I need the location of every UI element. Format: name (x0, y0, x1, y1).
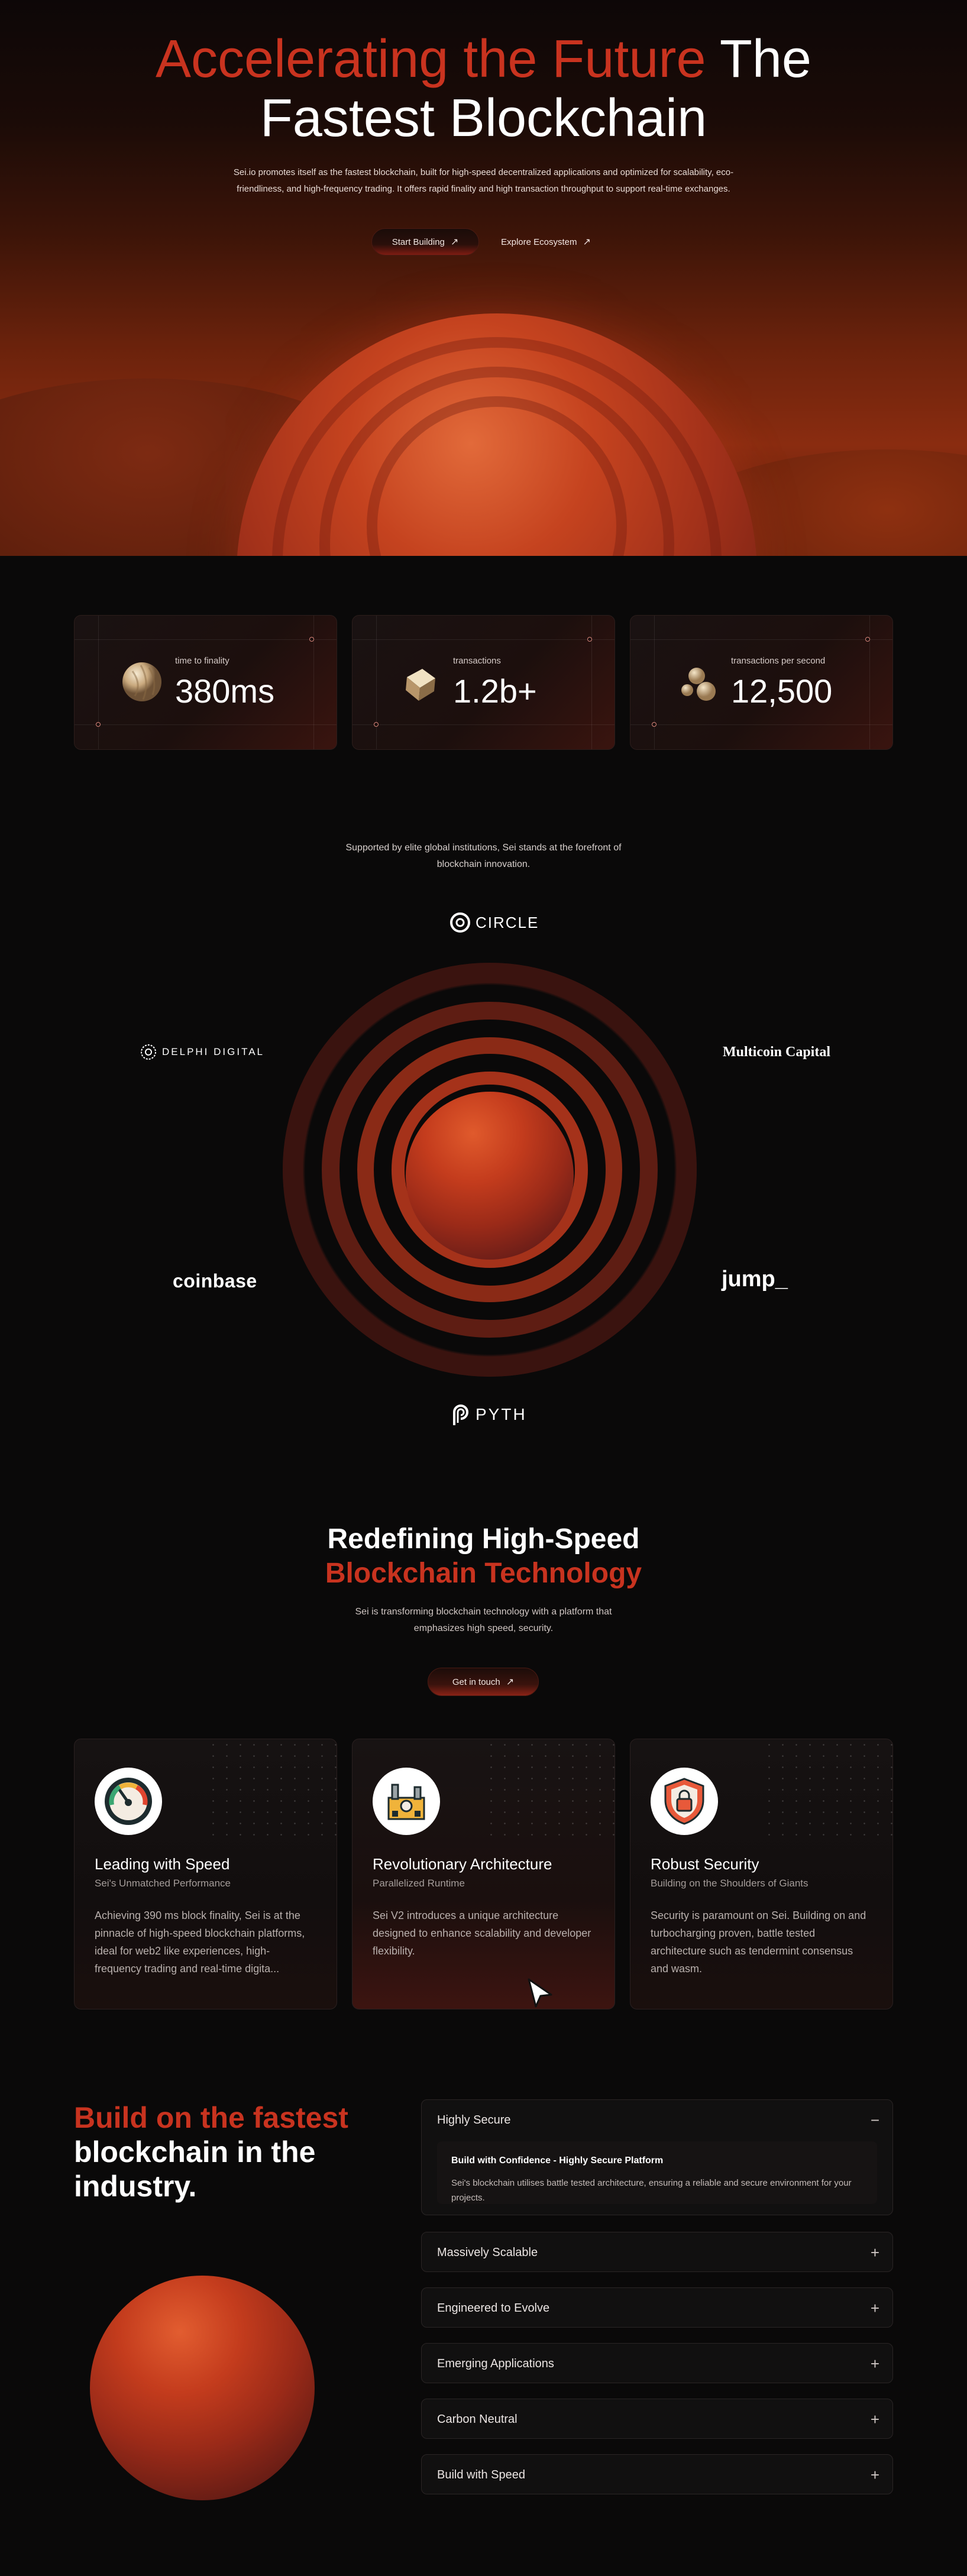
hero-title-accent: Accelerating the Future (156, 30, 706, 89)
speedometer-icon (95, 1768, 162, 1835)
hero-title-line2: Fastest Blockchain (260, 89, 707, 148)
circle-logo[interactable]: CIRCLE (449, 912, 539, 933)
accordion-title: Engineered to Evolve (437, 2301, 550, 2315)
accordion-title: Carbon Neutral (437, 2412, 518, 2426)
accordion-title: Massively Scalable (437, 2245, 538, 2259)
stat-card-finality: time to finality 380ms (74, 615, 337, 750)
hero-title: Accelerating the Future The Fastest Bloc… (0, 30, 967, 148)
stat-value: 12,500 (731, 672, 833, 710)
get-in-touch-label: Get in touch (452, 1677, 500, 1687)
accordion-title: Build with Speed (437, 2468, 525, 2481)
stat-label: transactions per second (731, 656, 826, 666)
minus-icon[interactable]: − (871, 2100, 879, 2140)
feature-body: Sei V2 introduces a unique architecture … (373, 1910, 591, 1957)
factory-icon (373, 1768, 440, 1835)
feature-card-security[interactable]: Robust Security Building on the Shoulder… (630, 1739, 893, 2009)
feature-title: Robust Security (651, 1855, 759, 1873)
stars-decoration (762, 1739, 892, 1840)
hero-section: Accelerating the Future The Fastest Bloc… (0, 0, 967, 556)
stat-value: 1.2b+ (453, 672, 537, 710)
build-title-rest: blockchain in the industry. (74, 2135, 316, 2203)
redefining-title-line2: Blockchain Technology (325, 1558, 642, 1589)
redefining-title: Redefining High-Speed Blockchain Technol… (0, 1522, 967, 1591)
plus-icon[interactable]: + (871, 2288, 879, 2328)
cube-icon (406, 669, 435, 701)
accordion-item-emerging-applications[interactable]: Emerging Applications + (421, 2343, 893, 2383)
start-building-button[interactable]: Start Building ↗ (371, 228, 479, 255)
hero-description: Sei.io promotes itself as the fastest bl… (233, 167, 734, 194)
coinbase-logo-text: coinbase (173, 1270, 257, 1292)
delphi-logo-icon (141, 1044, 156, 1060)
accordion-item-highly-secure[interactable]: Highly Secure − Build with Confidence - … (421, 2099, 893, 2215)
redefining-title-line1: Redefining High-Speed (327, 1523, 640, 1555)
explore-ecosystem-button[interactable]: Explore Ecosystem ↗ (492, 228, 600, 255)
get-in-touch-button[interactable]: Get in touch ↗ (428, 1668, 539, 1696)
feature-body: Achieving 390 ms block finality, Sei is … (95, 1910, 305, 1975)
circle-logo-icon (450, 912, 470, 933)
arrow-up-right-icon: ↗ (506, 1677, 515, 1687)
feature-title: Leading with Speed (95, 1855, 230, 1873)
multicoin-logo-text: Multicoin Capital (723, 1044, 831, 1060)
support-text: Supported by elite global institutions, … (345, 843, 622, 869)
sphere-icon (122, 662, 161, 701)
stat-card-tps: transactions per second 12,500 (630, 615, 893, 750)
accordion-subtitle: Build with Confidence - Highly Secure Pl… (451, 2156, 664, 2166)
arrow-up-right-icon: ↗ (450, 237, 459, 247)
shield-lock-icon (651, 1768, 718, 1835)
plus-icon[interactable]: + (871, 2344, 879, 2384)
stars-decoration (206, 1739, 337, 1840)
feature-card-architecture[interactable]: Revolutionary Architecture Parallelized … (352, 1739, 615, 2009)
stat-label: time to finality (175, 656, 229, 666)
circle-logo-text: CIRCLE (476, 913, 539, 931)
build-title: Build on the fastest blockchain in the i… (74, 2101, 381, 2203)
stat-value: 380ms (175, 672, 275, 710)
pyth-logo[interactable]: PYTH (451, 1403, 527, 1426)
explore-ecosystem-label: Explore Ecosystem (501, 237, 577, 247)
multicoin-logo[interactable]: Multicoin Capital (723, 1044, 830, 1060)
feature-title: Revolutionary Architecture (373, 1855, 552, 1873)
accordion-title: Highly Secure (437, 2113, 511, 2127)
plus-icon[interactable]: + (871, 2399, 879, 2439)
feature-card-speed[interactable]: Leading with Speed Sei's Unmatched Perfo… (74, 1739, 337, 2009)
rings-graphic (283, 963, 697, 1377)
stars-decoration (484, 1739, 615, 1840)
feature-subtitle: Sei's Unmatched Performance (95, 1878, 231, 1889)
accordion-item-engineered-to-evolve[interactable]: Engineered to Evolve + (421, 2287, 893, 2328)
build-orb-image (90, 2276, 315, 2500)
feature-body: Security is paramount on Sei. Building o… (651, 1910, 866, 1975)
accordion-item-build-with-speed[interactable]: Build with Speed + (421, 2454, 893, 2494)
feature-subtitle: Building on the Shoulders of Giants (651, 1878, 808, 1889)
accordion-title: Emerging Applications (437, 2357, 554, 2370)
hero-title-rest: The (719, 30, 811, 89)
pyth-logo-text: PYTH (476, 1405, 527, 1423)
build-title-accent: Build on the fastest (74, 2101, 348, 2134)
plus-icon[interactable]: + (871, 2455, 879, 2495)
accordion-item-carbon-neutral[interactable]: Carbon Neutral + (421, 2399, 893, 2439)
feature-subtitle: Parallelized Runtime (373, 1878, 465, 1889)
plus-icon[interactable]: + (871, 2232, 879, 2273)
hero-planet-image (237, 313, 757, 556)
stat-label: transactions (453, 656, 501, 666)
pyth-logo-icon (453, 1404, 468, 1425)
cursor-icon (528, 1978, 552, 2008)
accordion-text: Sei's blockchain utilises battle tested … (451, 2178, 852, 2203)
start-building-label: Start Building (392, 237, 445, 247)
arrow-up-right-icon: ↗ (583, 237, 591, 247)
jump-logo-text: jump_ (722, 1267, 788, 1292)
coinbase-logo[interactable]: coinbase (173, 1270, 257, 1292)
delphi-logo-text: DELPHI DIGITAL (162, 1046, 264, 1057)
stat-card-transactions: transactions 1.2b+ (352, 615, 615, 750)
delphi-logo[interactable]: DELPHI DIGITAL (140, 1043, 264, 1061)
hero-orb-image (406, 1092, 574, 1260)
redefining-description: Sei is transforming blockchain technolog… (355, 1607, 612, 1633)
jump-logo[interactable]: jump_ (722, 1267, 788, 1292)
spheres-icon (681, 668, 716, 701)
accordion-item-massively-scalable[interactable]: Massively Scalable + (421, 2232, 893, 2272)
